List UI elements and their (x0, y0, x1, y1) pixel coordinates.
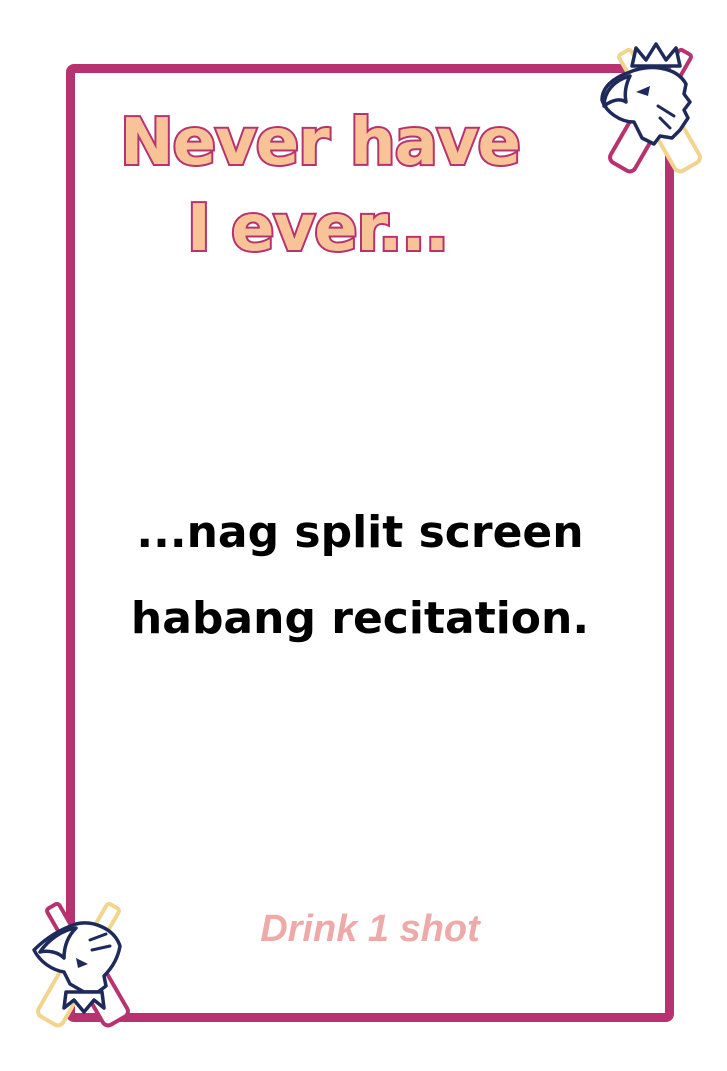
card-title: Never have I ever... (0, 100, 640, 272)
prompt-line-2: habang recitation. (130, 593, 590, 644)
title-line-2: I ever... (185, 190, 451, 268)
eagle-crossed-bottles-icon (600, 42, 702, 174)
prompt-line-1: ...nag split screen (136, 507, 584, 558)
eagle-crossed-bottles-icon (32, 901, 130, 1028)
card-prompt: ...nag split screen habang recitation. (60, 490, 660, 662)
title-line-1: Never have (118, 104, 523, 182)
penalty-label: Drink 1 shot (260, 908, 480, 950)
